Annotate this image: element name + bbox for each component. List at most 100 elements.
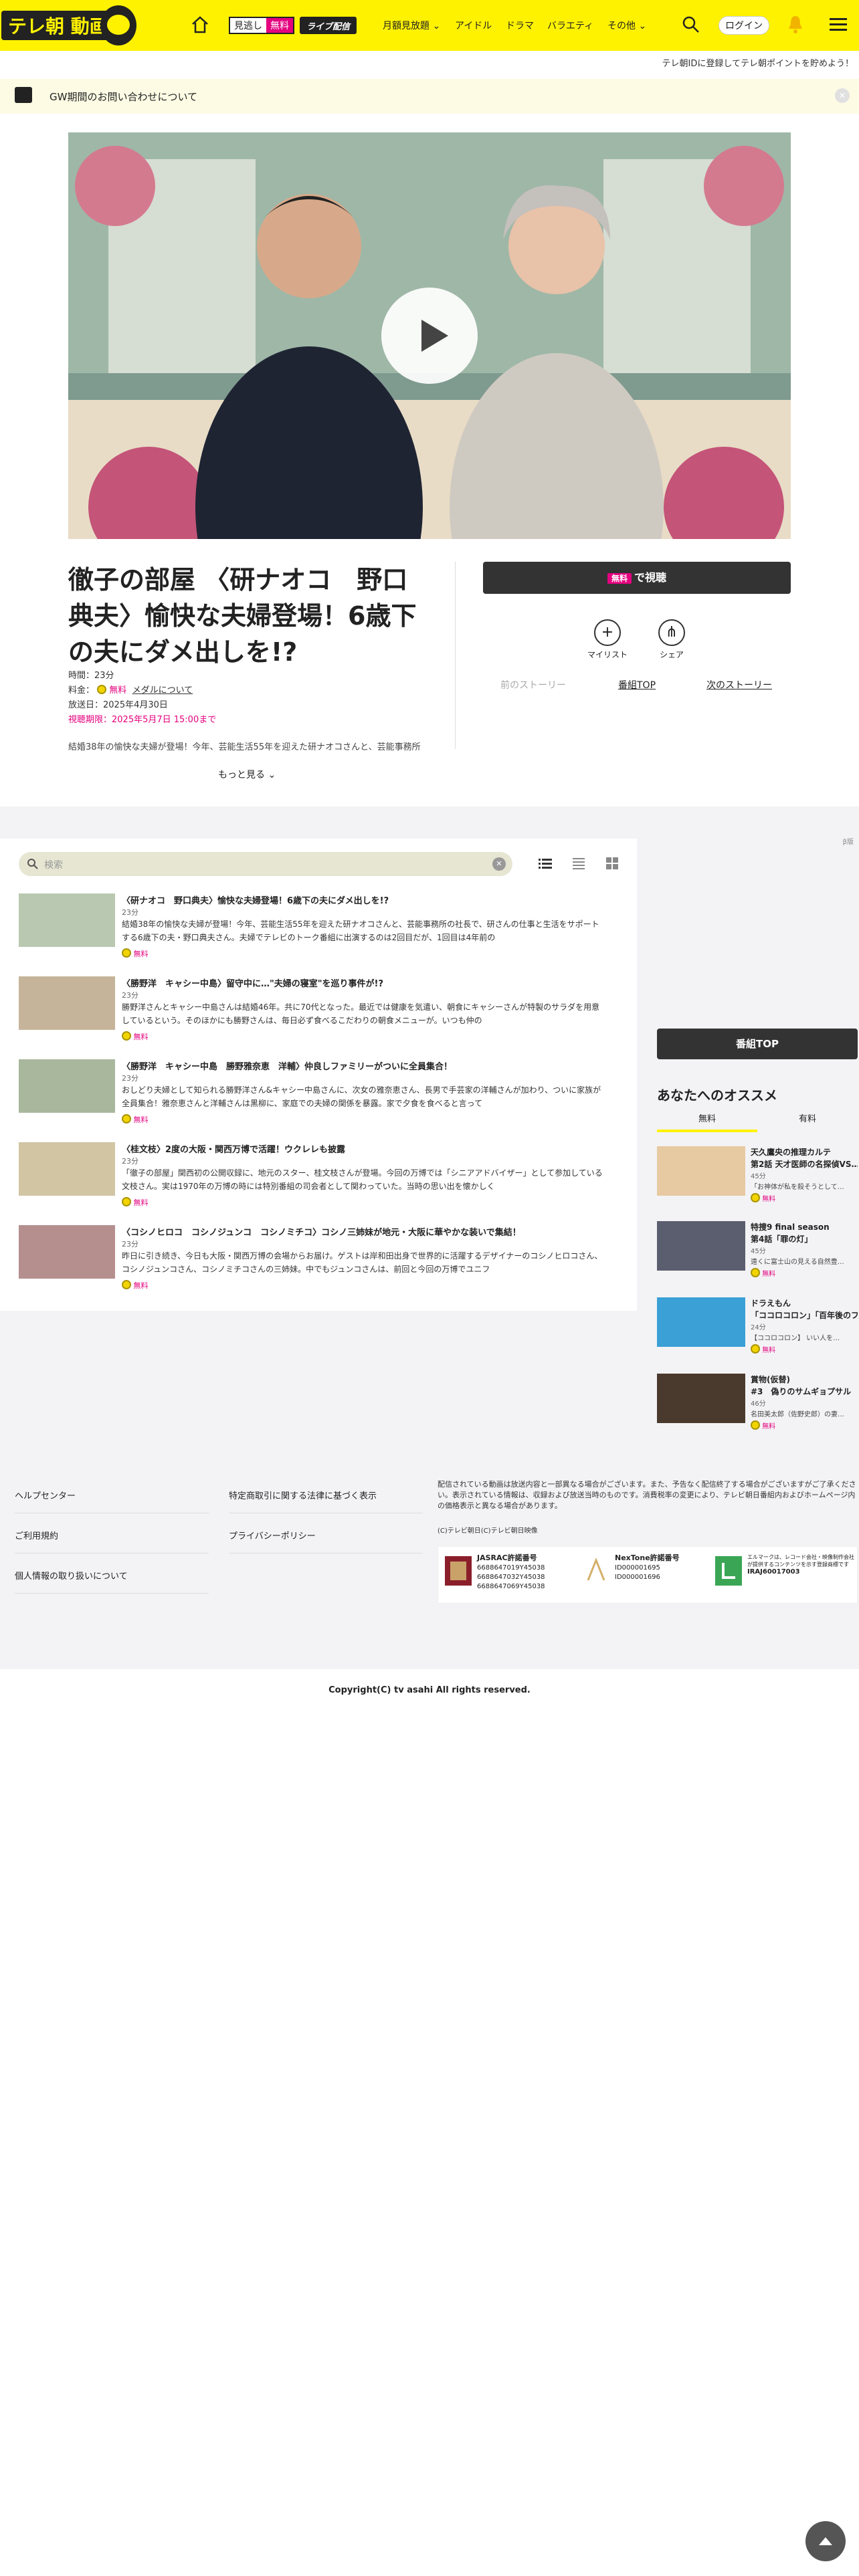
jasrac-title: JASRAC許諾番号 <box>477 1553 537 1562</box>
nav-item-other[interactable]: その他 ⌄ <box>607 19 646 32</box>
free-label: 無料 <box>133 1198 149 1207</box>
free-badge: 無料 <box>122 1114 149 1125</box>
copyright: Copyright(C) tv asahi All rights reserve… <box>328 1685 531 1695</box>
mylist-add-icon[interactable]: + <box>594 619 621 646</box>
recommend-duration: 45分 <box>751 1173 766 1180</box>
free-catchup-badge[interactable]: 見逃し 無料 <box>229 17 294 34</box>
recommend-item[interactable]: 天久鷹央の推理カルテ 第2話 天才医師の名探偵VS… 45分 「お神体が私を殺そ… <box>657 1146 858 1213</box>
recommend-subtitle[interactable]: 第4話「罪の灯」 <box>751 1233 858 1245</box>
recommend-title[interactable]: 賞物(仮替) <box>751 1374 858 1385</box>
recommend-item[interactable]: ドラえもん 「ココロコロン」「百年後のフ… 24分 【ココロコロン】 いい人を…… <box>657 1297 858 1364</box>
recommend-subtitle[interactable]: 第2話 天才医師の名探偵VS… <box>751 1158 858 1170</box>
hamburger-menu-icon[interactable] <box>828 16 848 33</box>
episode-summary: 勝野洋さんとキャシー中島さんは結婚46年。共に70代となった。最近では健康を気遣… <box>122 1002 600 1025</box>
recommend-thumbnail[interactable] <box>657 1374 745 1423</box>
grid-view-icon[interactable] <box>605 856 619 871</box>
recommend-duration: 46分 <box>751 1400 766 1408</box>
l-mark-note: エルマークは、レコード会社・映像制作会社が提供するコンテンツを示す登録商標です <box>747 1554 854 1568</box>
recommend-summary: 「お神体が私を殺そうとして… <box>751 1184 844 1191</box>
recommend-subtitle[interactable]: #3 偽りのサムギョプサル <box>751 1386 858 1397</box>
search-placeholder: 検索 <box>44 860 63 871</box>
footer-link-privacy-handling[interactable]: 個人情報の取り扱いについて <box>15 1569 128 1582</box>
notice-text[interactable]: GW期間のお問い合わせについて <box>50 90 197 104</box>
recommend-subtitle[interactable]: 「ココロコロン」「百年後のフ… <box>751 1309 858 1321</box>
program-top-button[interactable]: 番組TOP <box>657 1029 858 1059</box>
episode-item[interactable]: 〈コシノヒロコ コシノジュンコ コシノミチコ〉コシノ三姉妹が地元・大阪に華やかな… <box>19 1225 621 1292</box>
episode-item[interactable]: 〈勝野洋 キャシー中島 勝野雅奈恵 洋輔〉仲良しファミリーがついに全員集合！ 2… <box>19 1059 621 1126</box>
clear-icon[interactable]: ✕ <box>492 857 506 871</box>
coin-icon <box>122 1280 131 1289</box>
recommend-title[interactable]: 天久鷹央の推理カルテ <box>751 1146 858 1158</box>
episode-duration: 23分 <box>122 1157 138 1166</box>
compact-view-icon[interactable] <box>571 856 586 871</box>
site-logo[interactable]: テレ朝 動画 <box>0 0 140 51</box>
share-label[interactable]: シェア <box>652 649 692 660</box>
nextone-num: ID000001695 <box>615 1564 660 1572</box>
play-button[interactable] <box>381 288 478 384</box>
logo-text: テレ朝 動画 <box>1 11 115 40</box>
jasrac-num: 6688647019Y45038 <box>477 1564 545 1572</box>
recommend-summary: 遠くに富士山の見える自然豊… <box>751 1259 844 1266</box>
recommend-summary: 【ココロコロン】 いい人を… <box>751 1335 840 1342</box>
episode-title[interactable]: 〈勝野洋 キャシー中島 勝野雅奈恵 洋輔〉仲良しファミリーがついに全員集合！ <box>122 1059 452 1072</box>
footer-link-commerce-law[interactable]: 特定商取引に関する法律に基づく表示 <box>229 1489 377 1501</box>
promo-line[interactable]: テレ朝IDに登録してテレ朝ポイントを貯めよう！ <box>662 56 854 69</box>
nav-item-idol[interactable]: アイドル <box>455 19 492 32</box>
footer-link-terms[interactable]: ご利用規約 <box>15 1529 58 1541</box>
recommend-item[interactable]: 特捜9 final season 第4話「罪の灯」 45分 遠くに富士山の見える… <box>657 1221 858 1288</box>
nav-item-drama[interactable]: ドラマ <box>506 19 534 32</box>
share-icon[interactable]: ⋔ <box>658 619 685 646</box>
episode-item[interactable]: 〈桂文枝〉2度の大阪・関西万博で活躍！ウクレレも披露 23分 「徹子の部屋」関西… <box>19 1142 621 1209</box>
episode-thumbnail[interactable] <box>19 893 115 947</box>
live-badge[interactable]: ライブ配信 <box>300 17 357 34</box>
more-button[interactable]: もっと見る ⌄ <box>218 768 276 781</box>
close-icon[interactable]: ✕ <box>835 88 850 103</box>
episode-thumbnail[interactable] <box>19 1142 115 1196</box>
free-badge: 無料 <box>122 1280 149 1291</box>
episode-title[interactable]: 〈桂文枝〉2度の大阪・関西万博で活躍！ウクレレも披露 <box>122 1142 345 1155</box>
episode-thumbnail[interactable] <box>19 976 115 1030</box>
nav-item-subscription[interactable]: 月額見放題 ⌄ <box>383 19 440 32</box>
program-top-link[interactable]: 番組TOP <box>618 678 656 691</box>
list-view-icon[interactable] <box>538 856 553 871</box>
episode-thumbnail[interactable] <box>19 1225 115 1279</box>
scroll-to-top-icon[interactable] <box>805 2521 846 2561</box>
episode-item[interactable]: 〈研ナオコ 野口典夫〉愉快な夫婦登場！6歳下の夫にダメ出しを!? 23分 結婚3… <box>19 893 621 960</box>
episode-title[interactable]: 〈研ナオコ 野口典夫〉愉快な夫婦登場！6歳下の夫にダメ出しを!? <box>122 893 389 906</box>
bell-icon[interactable] <box>787 13 804 35</box>
watch-free-button[interactable]: 無料 で視聴 <box>483 562 791 594</box>
duration: 時間：23分 <box>68 671 114 681</box>
episode-title[interactable]: 〈勝野洋 キャシー中島〉留守中に…"夫婦の寝室"を巡り事件が!? <box>122 976 383 989</box>
footer-link-help[interactable]: ヘルプセンター <box>15 1489 76 1501</box>
notice-banner[interactable]: GW期間のお問い合わせについて ✕ <box>0 79 859 114</box>
recommend-thumbnail[interactable] <box>657 1221 745 1271</box>
recommend-title[interactable]: 特捜9 final season <box>751 1221 858 1232</box>
footer-link-privacy-policy[interactable]: プライバシーポリシー <box>229 1529 316 1541</box>
episode-summary: 結婚38年の愉快な夫婦が登場！今年、芸能生活55年を迎えた研ナオコさんと、芸能事… <box>122 920 599 942</box>
mylist-label[interactable]: マイリスト <box>587 649 628 660</box>
nav-item-variety[interactable]: バラエティ <box>547 19 593 32</box>
recommend-title[interactable]: ドラえもん <box>751 1297 858 1309</box>
recommend-thumbnail[interactable] <box>657 1297 745 1347</box>
home-icon[interactable] <box>190 15 210 35</box>
login-button[interactable]: ログイン <box>719 16 769 35</box>
next-story-link[interactable]: 次のストーリー <box>706 678 772 691</box>
episode-item[interactable]: 〈勝野洋 キャシー中島〉留守中に…"夫婦の寝室"を巡り事件が!? 23分 勝野洋… <box>19 976 621 1043</box>
episode-title[interactable]: 〈コシノヒロコ コシノジュンコ コシノミチコ〉コシノ三姉妹が地元・大阪に華やかな… <box>122 1225 521 1238</box>
recommend-thumbnail[interactable] <box>657 1146 745 1196</box>
tab-paid[interactable]: 有料 <box>757 1111 858 1130</box>
episode-thumbnail[interactable] <box>19 1059 115 1113</box>
price-label: 料金： <box>68 685 95 695</box>
jasrac-license: JASRAC許諾番号 6688647019Y45038 6688647032Y4… <box>477 1553 545 1592</box>
video-player[interactable] <box>68 132 791 539</box>
footer-note: 配信されている動画は放送内容と一部異なる場合がございます。また、予告なく配信終了… <box>438 1480 856 1510</box>
program-title: 徹子の部屋 〈研ナオコ 野口典夫〉愉快な夫婦登場！6歳下の夫にダメ出しを!? <box>68 565 417 667</box>
episode-search-input[interactable]: 検索 ✕ <box>19 852 512 876</box>
jasrac-logo-icon <box>445 1556 472 1586</box>
search-icon[interactable] <box>681 15 701 35</box>
free-label: 無料 <box>762 1196 776 1203</box>
tab-free[interactable]: 無料 <box>657 1111 757 1132</box>
medal-link[interactable]: メダルについて <box>132 685 193 695</box>
recommend-item[interactable]: 賞物(仮替) #3 偽りのサムギョプサル 46分 名田美太郎（佐野史郎）の妻… … <box>657 1374 858 1440</box>
coin-icon <box>122 1031 131 1041</box>
